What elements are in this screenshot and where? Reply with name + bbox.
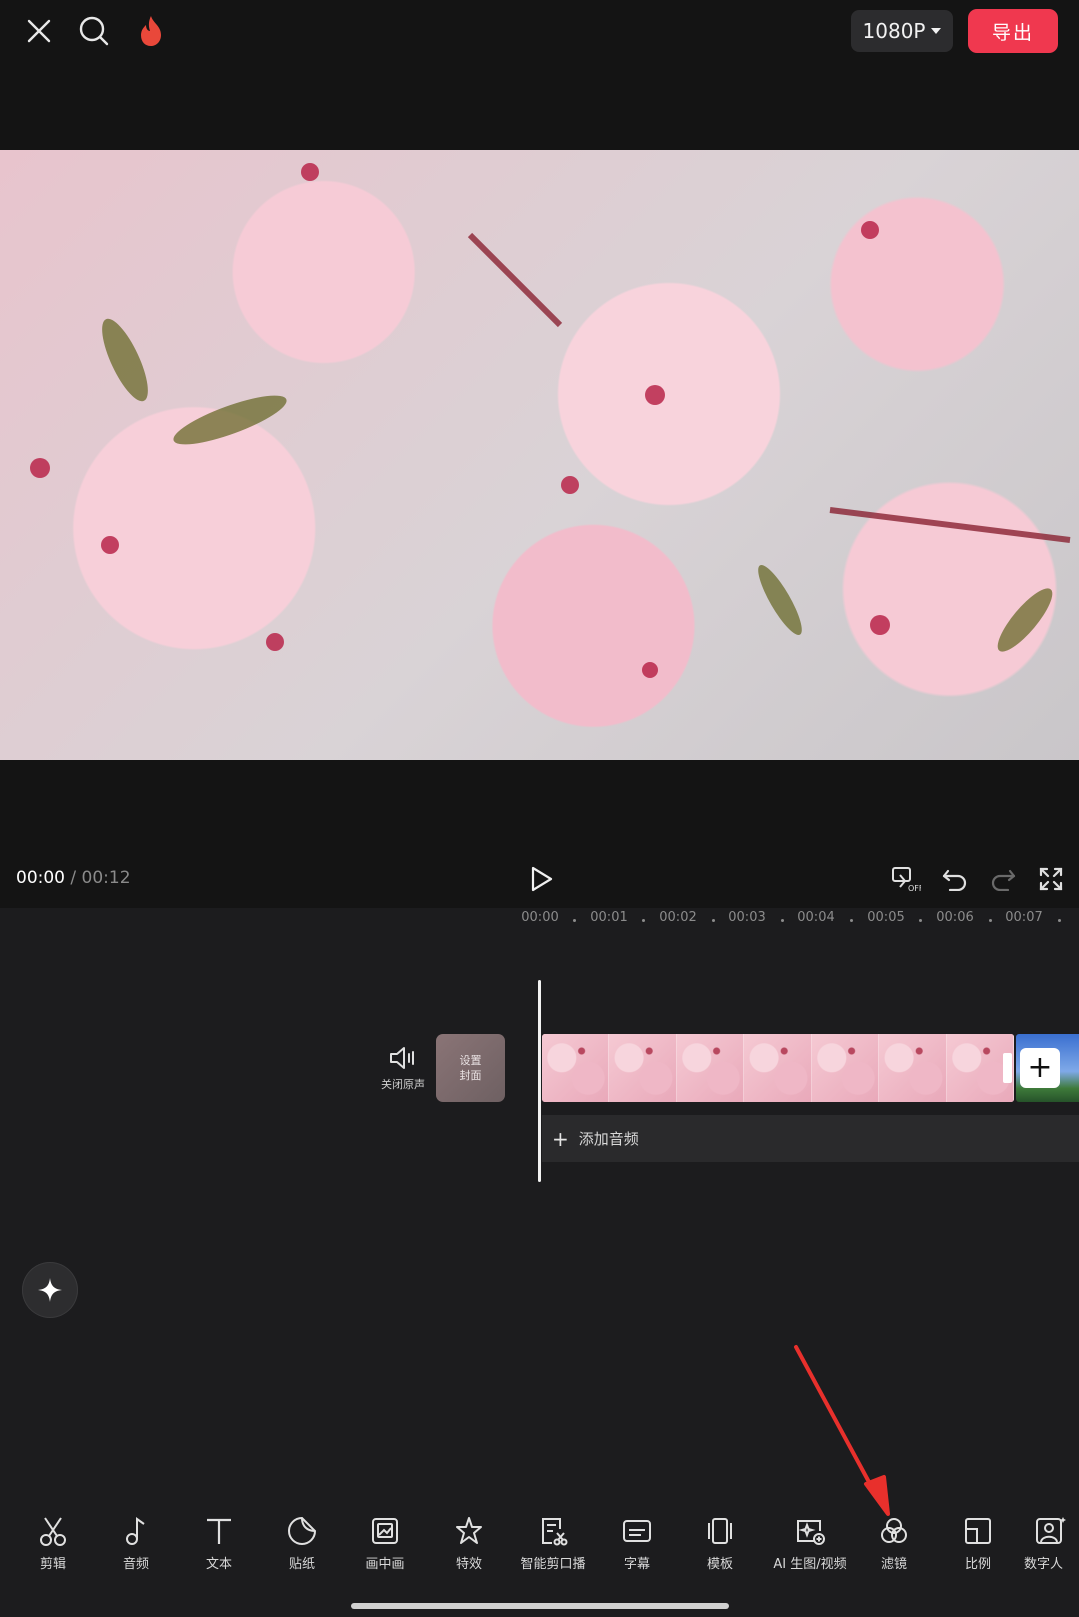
- clip-frame: [744, 1034, 812, 1102]
- tool-label: 数字人: [1024, 1557, 1064, 1572]
- search-icon[interactable]: [76, 13, 112, 49]
- clip-frame: [676, 1034, 745, 1102]
- ruler-tick: 00:01: [590, 910, 628, 925]
- tool-label: 文本: [205, 1557, 232, 1572]
- tool-smart-cut[interactable]: 智能剪口播: [511, 1515, 595, 1572]
- set-cover-button[interactable]: 设置 封面: [436, 1034, 505, 1102]
- ruler-tick: 00:05: [867, 910, 905, 925]
- playhead[interactable]: [538, 980, 541, 1182]
- tool-ratio[interactable]: 比例: [936, 1515, 1020, 1572]
- tool-label: 比例: [964, 1557, 991, 1572]
- tool-label: 剪辑: [39, 1557, 66, 1572]
- tool-template[interactable]: 模板: [678, 1515, 762, 1572]
- total-time: 00:12: [81, 868, 131, 888]
- filter-icon: [881, 1518, 907, 1543]
- ruler-tick: 00:00: [521, 910, 559, 925]
- keyframe-off-icon[interactable]: OFF: [890, 864, 922, 894]
- flame-icon[interactable]: [134, 12, 168, 50]
- resolution-value: 1080P: [862, 19, 926, 43]
- music-note-icon: [126, 1517, 145, 1545]
- ruler-dot: [989, 919, 992, 922]
- tool-subtitle[interactable]: 字幕: [595, 1515, 679, 1572]
- clip-frame: [542, 1034, 610, 1102]
- video-preview[interactable]: [0, 150, 1079, 760]
- time-display: 00:00 / 00:12: [16, 868, 131, 888]
- tool-edit[interactable]: 剪辑: [11, 1515, 95, 1572]
- mute-original-audio-button[interactable]: 关闭原声: [372, 1046, 434, 1092]
- cover-label-line2: 封面: [459, 1069, 482, 1082]
- ruler-tick: 00:07: [1005, 910, 1043, 925]
- clip-trim-handle[interactable]: [1003, 1053, 1012, 1083]
- home-indicator[interactable]: [351, 1603, 729, 1609]
- svg-text:OFF: OFF: [908, 884, 921, 893]
- ruler-dot: [642, 919, 645, 922]
- bottom-toolbar: 剪辑 音频 文本 贴纸 画中画 特效 智能剪口播 字幕 模板 AI 生图/视频 …: [0, 1515, 1079, 1595]
- clip-frame: [609, 1034, 677, 1102]
- clip-frame: [879, 1034, 947, 1102]
- text-icon: [207, 1518, 231, 1544]
- tool-ai-generate[interactable]: AI 生图/视频: [765, 1515, 855, 1572]
- scissors-icon: [40, 1517, 66, 1546]
- cherry-blossom-image: [30, 163, 1071, 678]
- video-clip[interactable]: [542, 1034, 1014, 1102]
- add-clip-button[interactable]: +: [1020, 1048, 1060, 1088]
- ruler-tick: 00:06: [936, 910, 974, 925]
- ruler-tick: 00:04: [797, 910, 835, 925]
- subtitle-icon: [623, 1520, 651, 1542]
- ruler-dot: [573, 919, 576, 922]
- add-audio-label: 添加音频: [578, 1130, 639, 1148]
- plus-icon: +: [552, 1126, 569, 1151]
- tool-label: 音频: [122, 1557, 149, 1572]
- sticker-icon: [288, 1516, 317, 1545]
- add-audio-track[interactable]: + 添加音频: [542, 1115, 1079, 1162]
- undo-icon[interactable]: [940, 864, 970, 894]
- tool-effects[interactable]: 特效: [427, 1515, 511, 1572]
- ruler-dot: [850, 919, 853, 922]
- resolution-selector[interactable]: 1080P: [851, 10, 953, 52]
- tool-digital-human[interactable]: 数字人: [1020, 1515, 1079, 1572]
- ruler-tick: 00:03: [728, 910, 766, 925]
- ai-generate-icon: [797, 1520, 825, 1545]
- tool-label: 特效: [455, 1557, 482, 1572]
- play-icon[interactable]: [526, 864, 556, 894]
- sparkle-icon: [38, 1278, 62, 1302]
- ruler-dot: [712, 919, 715, 922]
- ruler-dot: [1058, 919, 1061, 922]
- picture-in-picture-icon: [372, 1518, 398, 1544]
- tool-text[interactable]: 文本: [177, 1515, 261, 1572]
- tool-label: 画中画: [365, 1557, 405, 1572]
- tool-label: 模板: [706, 1557, 733, 1572]
- tool-label: 滤镜: [880, 1557, 907, 1572]
- tool-label: 贴纸: [288, 1557, 315, 1572]
- star-effect-icon: [456, 1517, 482, 1544]
- tool-picture-in-picture[interactable]: 画中画: [343, 1515, 427, 1572]
- ruler-dot: [919, 919, 922, 922]
- tool-label: 字幕: [623, 1557, 650, 1572]
- template-icon: [708, 1518, 732, 1544]
- timeline-ruler[interactable]: 00:00 00:01 00:02 00:03 00:04 00:05 00:0…: [0, 910, 1079, 930]
- clip-frame: [811, 1034, 880, 1102]
- smart-cut-icon: [542, 1518, 568, 1546]
- redo-icon[interactable]: [988, 864, 1018, 894]
- ruler-tick: 00:02: [659, 910, 697, 925]
- current-time: 00:00: [16, 868, 65, 888]
- tool-label: 智能剪口播: [520, 1557, 586, 1572]
- fullscreen-icon[interactable]: [1036, 864, 1066, 894]
- tool-label: AI 生图/视频: [773, 1557, 847, 1572]
- export-button[interactable]: 导出: [968, 9, 1058, 53]
- tool-audio[interactable]: 音频: [94, 1515, 178, 1572]
- tool-filter[interactable]: 滤镜: [852, 1515, 936, 1572]
- caret-down-icon: [931, 28, 942, 34]
- close-icon[interactable]: [22, 14, 56, 48]
- tool-sticker[interactable]: 贴纸: [260, 1515, 344, 1572]
- speaker-icon: [390, 1047, 414, 1069]
- ratio-icon: [965, 1518, 991, 1544]
- cover-label-line1: 设置: [459, 1054, 482, 1067]
- ai-assistant-button[interactable]: [22, 1262, 78, 1318]
- digital-human-icon: [1036, 1517, 1066, 1544]
- mute-label: 关闭原声: [381, 1078, 425, 1091]
- time-separator: /: [70, 868, 77, 888]
- ruler-dot: [781, 919, 784, 922]
